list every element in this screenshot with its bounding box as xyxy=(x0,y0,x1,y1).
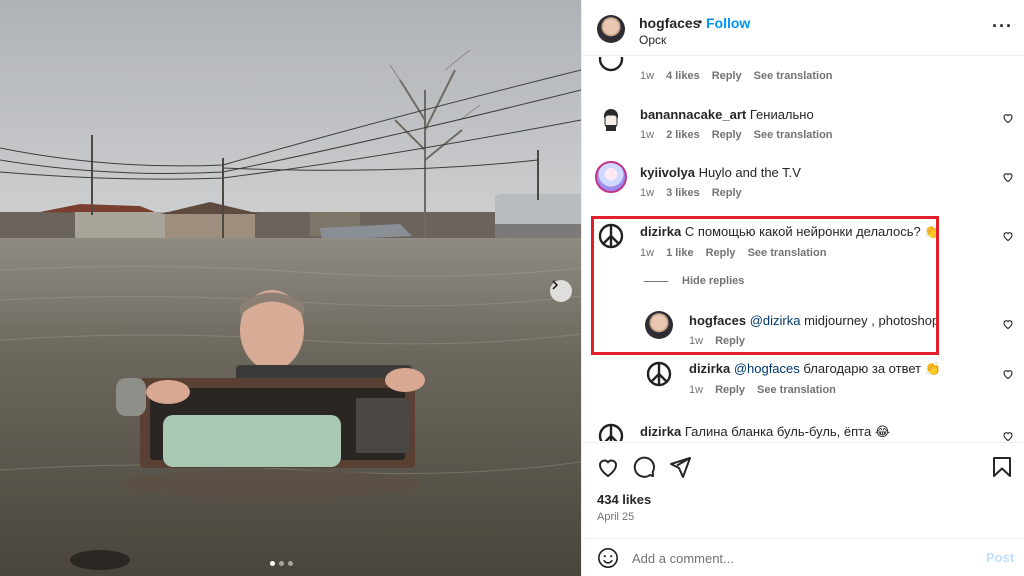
comment-likes[interactable]: 1 like xyxy=(666,247,694,259)
reply-button[interactable]: Reply xyxy=(715,335,745,347)
comment-body: Huylo and the T.V xyxy=(698,165,801,180)
reply-avatar[interactable] xyxy=(645,360,673,388)
reply-text: hogfaces @dizirka midjourney , photoshop xyxy=(689,313,939,328)
reply-button[interactable]: Reply xyxy=(712,70,742,82)
peace-sign-icon xyxy=(598,423,624,441)
reply-avatar[interactable] xyxy=(645,311,673,339)
see-translation-button[interactable]: See translation xyxy=(754,70,833,82)
comments-list: 1w 4 likes Reply See translation bananna… xyxy=(582,57,1024,441)
comment-avatar[interactable] xyxy=(597,57,625,73)
carousel-dot xyxy=(270,561,275,566)
reply-text: dizirka @hogfaces благодарю за ответ 👏 xyxy=(689,361,941,377)
post-actions: 434 likes April 25 xyxy=(582,442,1024,530)
heart-icon[interactable] xyxy=(596,455,620,479)
post-comment-button[interactable]: Post xyxy=(986,550,1014,565)
comment-text: banannacake_art Гениально xyxy=(640,107,814,122)
comment-text: kyiivolya Huylo and the T.V xyxy=(640,165,801,180)
comment-username[interactable]: kyiivolya xyxy=(640,165,695,180)
comment-like-heart-icon[interactable] xyxy=(1002,430,1014,441)
likes-count[interactable]: 434 likes xyxy=(597,492,651,507)
see-translation-button[interactable]: See translation xyxy=(748,247,827,259)
comment-like-heart-icon[interactable] xyxy=(1002,112,1014,124)
reply-button[interactable]: Reply xyxy=(712,187,742,199)
peace-sign-icon xyxy=(598,223,624,249)
reply-time: 1w xyxy=(689,335,704,347)
author-avatar[interactable] xyxy=(597,15,625,43)
comment-text: dizirka С помощью какой нейронки делалос… xyxy=(640,224,941,240)
reply-button[interactable]: Reply xyxy=(715,384,745,396)
reply-body: midjourney , photoshop xyxy=(800,313,940,328)
carousel-dot xyxy=(279,561,284,566)
comment-meta: 1w 2 likes Reply See translation xyxy=(640,129,833,141)
comment-avatar[interactable] xyxy=(597,422,625,441)
post-location[interactable]: Орск xyxy=(639,33,666,47)
comment-like-heart-icon[interactable] xyxy=(1002,230,1014,242)
comment-body: С помощью какой нейронки делалось? 👏 xyxy=(684,224,941,239)
comment-input[interactable] xyxy=(632,548,952,568)
reply-body: благодарю за ответ 👏 xyxy=(799,361,941,376)
comment-avatar[interactable] xyxy=(595,161,627,193)
comment-avatar[interactable] xyxy=(597,105,625,133)
post-header: hogfaces • Follow Орск ··· xyxy=(582,0,1024,56)
post-details-panel: hogfaces • Follow Орск ··· 1w 4 likes Re… xyxy=(581,0,1024,576)
comment-avatar[interactable] xyxy=(597,222,625,250)
comment-meta: 1w 3 likes Reply xyxy=(640,187,742,199)
chevron-right-icon xyxy=(552,280,559,290)
replies-divider-line xyxy=(644,280,668,282)
comment-icon[interactable] xyxy=(632,455,656,479)
reply-username[interactable]: hogfaces xyxy=(689,313,746,328)
see-translation-button[interactable]: See translation xyxy=(757,384,836,396)
reply-button[interactable]: Reply xyxy=(706,247,736,259)
flood-scene-image xyxy=(0,0,581,576)
header-separator: • xyxy=(698,15,703,29)
carousel-dot xyxy=(288,561,293,566)
comment-likes[interactable]: 2 likes xyxy=(666,129,700,141)
comment-meta: 1w 1 like Reply See translation xyxy=(640,247,826,259)
comment-username[interactable]: dizirka xyxy=(640,424,681,439)
comment-likes[interactable]: 4 likes xyxy=(666,70,700,82)
emoji-icon[interactable] xyxy=(597,547,619,569)
comment-meta: 1w 4 likes Reply See translation xyxy=(640,70,833,82)
peace-sign-icon xyxy=(598,57,624,72)
comment-body: Гениально xyxy=(749,107,814,122)
comment-like-heart-icon[interactable] xyxy=(1002,171,1014,183)
comment-time: 1w xyxy=(640,187,655,199)
more-horizontal-icon: ··· xyxy=(992,16,1013,36)
reply-username[interactable]: dizirka xyxy=(689,361,730,376)
post-photo[interactable] xyxy=(0,0,581,576)
carousel-next-button[interactable] xyxy=(550,280,572,302)
share-icon[interactable] xyxy=(668,455,692,479)
peace-sign-icon xyxy=(646,361,672,387)
bookmark-icon[interactable] xyxy=(990,455,1014,479)
comment-likes[interactable]: 3 likes xyxy=(666,187,700,199)
hide-replies-label: Hide replies xyxy=(682,275,745,287)
add-comment-bar: Post xyxy=(582,538,1024,576)
comment-text: dizirka Галина бланка буль-буль, ёпта 😂 xyxy=(640,424,890,440)
reply-mention[interactable]: @dizirka xyxy=(750,313,801,328)
comment-username[interactable]: dizirka xyxy=(640,224,681,239)
see-translation-button[interactable]: See translation xyxy=(754,129,833,141)
cartoon-avatar-icon xyxy=(604,109,618,131)
comment-time: 1w xyxy=(640,70,655,82)
comment-like-heart-icon[interactable] xyxy=(1002,368,1014,380)
comment-time: 1w xyxy=(640,129,655,141)
reply-time: 1w xyxy=(689,384,704,396)
reply-mention[interactable]: @hogfaces xyxy=(734,361,800,376)
more-options-button[interactable]: ··· xyxy=(992,16,1013,37)
reply-meta: 1w Reply xyxy=(689,335,745,347)
comment-time: 1w xyxy=(640,247,655,259)
hide-replies-button[interactable]: Hide replies xyxy=(644,275,744,287)
carousel-dots xyxy=(270,561,293,566)
follow-button[interactable]: Follow xyxy=(706,15,750,31)
comment-username[interactable]: banannacake_art xyxy=(640,107,746,122)
comment-body: Галина бланка буль-буль, ёпта 😂 xyxy=(684,424,891,439)
author-username[interactable]: hogfaces xyxy=(639,15,700,31)
comment-like-heart-icon[interactable] xyxy=(1002,318,1014,330)
reply-meta: 1w Reply See translation xyxy=(689,384,836,396)
post-date: April 25 xyxy=(597,511,635,523)
reply-button[interactable]: Reply xyxy=(712,129,742,141)
